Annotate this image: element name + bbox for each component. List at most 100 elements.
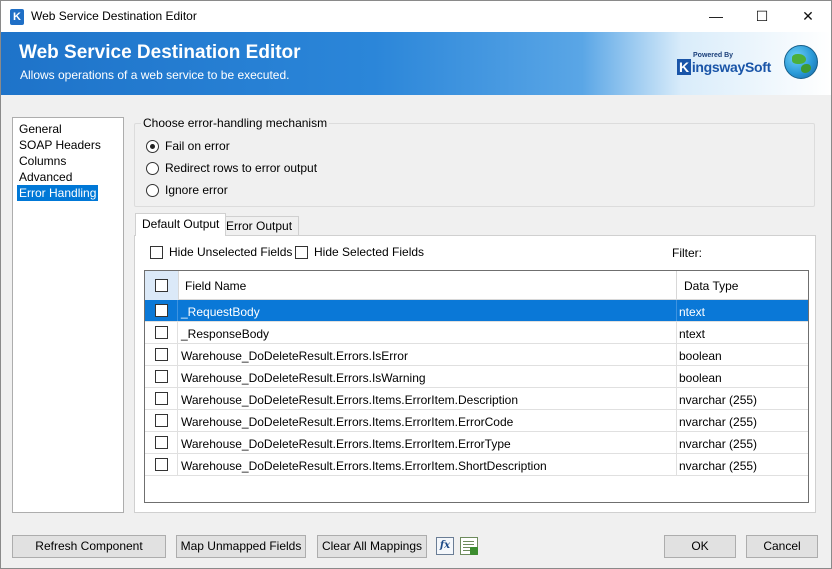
- data-type-cell: nvarchar (255): [679, 393, 758, 407]
- data-type-cell: nvarchar (255): [679, 437, 758, 451]
- filter-input[interactable]: [709, 239, 811, 263]
- filter-label: Filter:: [672, 246, 702, 260]
- cell-divider: [676, 300, 677, 321]
- row-select-cell: [145, 432, 178, 453]
- field-name-cell: Warehouse_DoDeleteResult.Errors.Items.Er…: [181, 393, 519, 407]
- refresh-component-button[interactable]: Refresh Component: [12, 535, 166, 558]
- brand-name-text: ingswaySoft: [691, 59, 771, 75]
- table-row[interactable]: Warehouse_DoDeleteResult.Errors.Items.Er…: [145, 432, 808, 454]
- tab-error-output[interactable]: Error Output: [219, 216, 300, 236]
- cell-divider: [676, 454, 677, 475]
- header-select-cell: [145, 271, 178, 300]
- error-handling-legend: Choose error-handling mechanism: [141, 116, 330, 130]
- export-sheet-icon[interactable]: [460, 537, 478, 555]
- cell-divider: [676, 322, 677, 343]
- radio-ignore-error[interactable]: Ignore error: [146, 182, 228, 198]
- cell-divider: [676, 410, 677, 431]
- kingswaysoft-logo: Powered By KingswaySoft: [677, 50, 771, 80]
- cell-divider: [676, 344, 677, 365]
- window-title: Web Service Destination Editor: [31, 9, 197, 23]
- banner-title: Web Service Destination Editor: [19, 42, 301, 63]
- field-name-cell: Warehouse_DoDeleteResult.Errors.Items.Er…: [181, 437, 511, 451]
- cell-divider: [676, 432, 677, 453]
- banner-subtitle: Allows operations of a web service to be…: [20, 68, 290, 82]
- brand-powered-by: Powered By: [693, 52, 734, 59]
- cell-divider: [676, 366, 677, 387]
- select-all-checkbox[interactable]: [155, 279, 168, 292]
- grid-header: Field Name Data Type: [145, 271, 808, 300]
- row-select-cell: [145, 388, 178, 409]
- table-row[interactable]: _RequestBody ntext: [145, 300, 808, 322]
- hide-selected-checkbox-row[interactable]: Hide Selected Fields: [295, 244, 424, 260]
- row-select-cell: [145, 300, 178, 321]
- sidebar-item-columns[interactable]: Columns: [17, 153, 68, 169]
- radio-fail-on-error[interactable]: Fail on error: [146, 138, 230, 154]
- hide-unselected-checkbox-row[interactable]: Hide Unselected Fields: [150, 244, 292, 260]
- row-checkbox[interactable]: [155, 392, 168, 405]
- data-type-cell: nvarchar (255): [679, 415, 758, 429]
- row-select-cell: [145, 344, 178, 365]
- expression-fx-icon[interactable]: fx: [436, 537, 454, 555]
- radio-button[interactable]: [146, 183, 159, 197]
- row-select-cell: [145, 366, 178, 387]
- editor-window: K Web Service Destination Editor — ☐ ✕ W…: [0, 0, 832, 569]
- table-row[interactable]: Warehouse_DoDeleteResult.Errors.Items.Er…: [145, 454, 808, 476]
- title-bar: K Web Service Destination Editor — ☐ ✕: [1, 1, 831, 32]
- row-select-cell: [145, 454, 178, 475]
- close-button[interactable]: ✕: [785, 1, 831, 32]
- hide-unselected-label: Hide Unselected Fields: [169, 245, 293, 259]
- clear-all-mappings-button[interactable]: Clear All Mappings: [317, 535, 427, 558]
- app-icon: K: [10, 9, 24, 25]
- radio-redirect-rows[interactable]: Redirect rows to error output: [146, 160, 317, 176]
- column-divider: [178, 271, 179, 300]
- row-checkbox[interactable]: [155, 436, 168, 449]
- maximize-button[interactable]: ☐: [739, 1, 785, 32]
- row-checkbox[interactable]: [155, 414, 168, 427]
- fields-grid: Field Name Data Type _RequestBody ntext …: [144, 270, 809, 503]
- hide-selected-label: Hide Selected Fields: [314, 245, 425, 259]
- field-name-cell: _RequestBody: [181, 305, 260, 319]
- row-select-cell: [145, 322, 178, 343]
- sidebar-item-advanced[interactable]: Advanced: [17, 169, 74, 185]
- sidebar-item-soap-headers[interactable]: SOAP Headers: [17, 137, 103, 153]
- field-name-cell: _ResponseBody: [181, 327, 270, 341]
- data-type-cell: nvarchar (255): [679, 459, 758, 473]
- tab-default-output[interactable]: Default Output: [135, 213, 227, 236]
- hide-selected-checkbox[interactable]: [295, 245, 308, 259]
- ok-button[interactable]: OK: [664, 535, 736, 558]
- radio-label: Redirect rows to error output: [165, 161, 318, 175]
- field-name-cell: Warehouse_DoDeleteResult.Errors.IsError: [181, 349, 408, 363]
- row-checkbox[interactable]: [155, 348, 168, 361]
- data-type-cell: boolean: [679, 371, 722, 385]
- minimize-button[interactable]: —: [693, 1, 739, 32]
- sidebar-item-general[interactable]: General: [17, 121, 64, 137]
- table-row[interactable]: Warehouse_DoDeleteResult.Errors.IsWarnin…: [145, 366, 808, 388]
- table-row[interactable]: Warehouse_DoDeleteResult.Errors.Items.Er…: [145, 388, 808, 410]
- data-type-cell: ntext: [679, 327, 706, 341]
- brand-name: KingswaySoft: [677, 59, 771, 75]
- field-name-cell: Warehouse_DoDeleteResult.Errors.IsWarnin…: [181, 371, 426, 385]
- header-banner: Web Service Destination Editor Allows op…: [1, 32, 831, 95]
- row-checkbox[interactable]: [155, 326, 168, 339]
- map-unmapped-fields-button[interactable]: Map Unmapped Fields: [176, 535, 306, 558]
- field-name-cell: Warehouse_DoDeleteResult.Errors.Items.Er…: [181, 459, 547, 473]
- table-row[interactable]: Warehouse_DoDeleteResult.Errors.Items.Er…: [145, 410, 808, 432]
- table-row[interactable]: _ResponseBody ntext: [145, 322, 808, 344]
- field-name-cell: Warehouse_DoDeleteResult.Errors.Items.Er…: [181, 415, 514, 429]
- hide-unselected-checkbox[interactable]: [150, 245, 163, 259]
- row-checkbox[interactable]: [155, 370, 168, 383]
- row-checkbox[interactable]: [155, 458, 168, 471]
- column-header-data-type[interactable]: Data Type: [684, 279, 738, 293]
- column-header-field-name[interactable]: Field Name: [185, 279, 246, 293]
- radio-button[interactable]: [146, 161, 159, 175]
- cancel-button[interactable]: Cancel: [746, 535, 818, 558]
- radio-label: Ignore error: [165, 183, 228, 197]
- row-checkbox[interactable]: [155, 304, 168, 317]
- table-row[interactable]: Warehouse_DoDeleteResult.Errors.IsError …: [145, 344, 808, 366]
- sidebar-nav: General SOAP Headers Columns Advanced Er…: [12, 117, 124, 513]
- data-type-cell: boolean: [679, 349, 722, 363]
- radio-button[interactable]: [146, 139, 159, 153]
- cell-divider: [676, 388, 677, 409]
- column-divider[interactable]: [676, 271, 677, 300]
- sidebar-item-error-handling[interactable]: Error Handling: [17, 185, 99, 201]
